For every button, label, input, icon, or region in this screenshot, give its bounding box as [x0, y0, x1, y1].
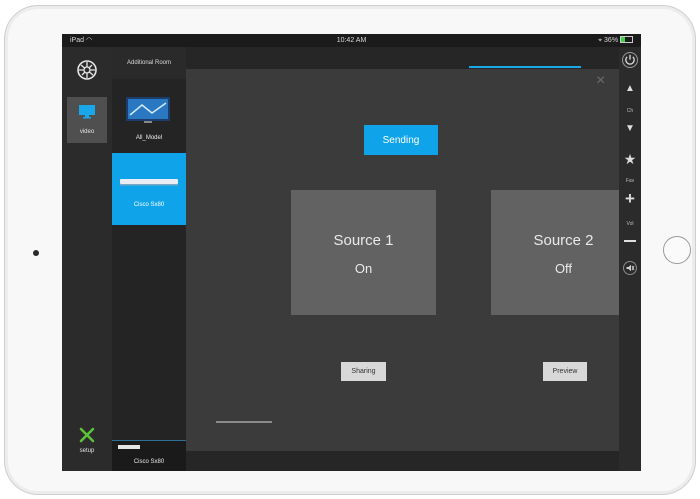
tools-icon [79, 427, 95, 443]
channel-up-icon[interactable]: ▲ [619, 83, 641, 94]
home-button[interactable] [663, 236, 691, 264]
room-item-label: All_Model [135, 135, 163, 141]
app-logo-icon[interactable] [73, 56, 101, 84]
sharing-button[interactable]: Sharing [341, 362, 386, 381]
nav-setup-label: setup [79, 448, 95, 454]
room-item-bottom[interactable]: Cisco Sx80 [112, 440, 186, 471]
main-bottom-band [186, 451, 619, 471]
power-icon[interactable] [619, 51, 641, 69]
source-state: Off [554, 261, 573, 276]
status-time: 10:42 AM [336, 37, 367, 44]
volume-down-icon[interactable] [619, 236, 641, 242]
monitor-icon [78, 104, 96, 119]
battery-percent: 36% [604, 37, 619, 44]
source-1-tile[interactable]: Source 1 On [291, 190, 436, 315]
status-bar: iPad ◠ 10:42 AM ⌖ 36% [62, 34, 641, 47]
bottom-accent-line [112, 440, 186, 441]
room-item-label: Cisco Sx80 [133, 459, 165, 465]
volume-up-icon[interactable]: + [619, 189, 641, 209]
sending-button[interactable]: Sending [364, 125, 438, 155]
left-nav: video setup [62, 47, 112, 471]
display-thumbnail-icon [126, 97, 170, 125]
nav-video[interactable]: video [67, 97, 107, 143]
nav-setup[interactable]: setup [67, 425, 107, 465]
source-2-tile[interactable]: Source 2 Off [491, 190, 636, 315]
scroll-handle[interactable] [216, 421, 272, 423]
camera-dot [33, 250, 39, 256]
close-icon[interactable]: × [596, 73, 605, 89]
source-name: Source 2 [533, 232, 594, 249]
right-control-bar: ▲ Ch ▼ ★ Fav + Vol [619, 47, 641, 471]
app-screen: iPad ◠ 10:42 AM ⌖ 36% video setup Additi… [62, 34, 641, 471]
mute-icon[interactable] [619, 259, 641, 277]
room-list: Additional Room All_Model Cisco Sx80 Cis… [112, 47, 186, 471]
room-item-label: Cisco Sx80 [133, 202, 165, 208]
source-state: On [354, 261, 373, 276]
codec-device-icon [118, 445, 140, 449]
battery-icon [620, 36, 633, 43]
channel-down-icon[interactable]: ▼ [619, 123, 641, 134]
room-list-title: Additional Room [112, 47, 186, 79]
source-name: Source 1 [333, 232, 394, 249]
nav-video-label: video [79, 129, 95, 135]
main-panel: × Sending Source 1 On Source 2 Off Shari… [186, 47, 636, 471]
favorite-star-icon[interactable]: ★ [619, 151, 641, 168]
room-item-all-model[interactable]: All_Model [112, 97, 186, 151]
preview-button[interactable]: Preview [543, 362, 587, 381]
favorite-label: Fav [625, 178, 635, 184]
location-icon: ⌖ [598, 37, 603, 44]
volume-label: Vol [626, 221, 634, 227]
channel-label: Ch [626, 108, 634, 114]
codec-device-icon [120, 177, 178, 187]
active-tab-indicator [469, 66, 581, 68]
room-item-cisco-sx80[interactable]: Cisco Sx80 [112, 153, 186, 225]
